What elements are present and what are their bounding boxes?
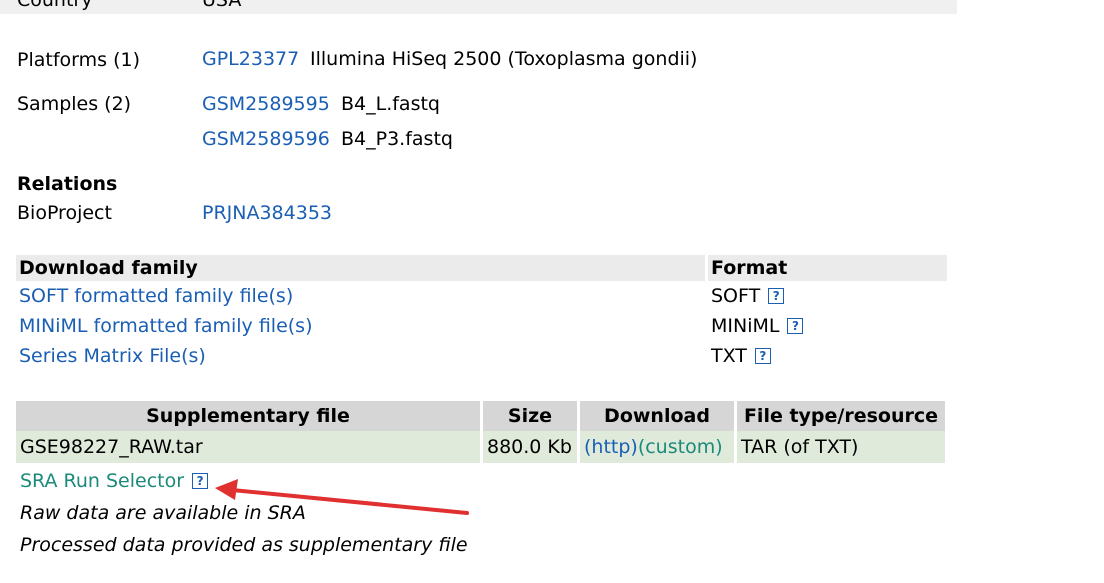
- supplementary-file-header: Supplementary file: [16, 401, 480, 431]
- format-header: Format: [708, 255, 947, 281]
- help-icon[interactable]: ?: [754, 348, 771, 364]
- help-icon[interactable]: ?: [192, 473, 209, 489]
- miniml-family-link[interactable]: MINiML formatted family file(s): [19, 315, 312, 337]
- series-matrix-link[interactable]: Series Matrix File(s): [19, 345, 206, 367]
- platforms-label: Platforms (1): [17, 49, 140, 71]
- format-value: SOFT: [711, 285, 761, 307]
- processed-data-note: Processed data provided as supplementary…: [20, 534, 468, 556]
- http-download-link[interactable]: (http): [584, 436, 638, 458]
- platform-link[interactable]: GPL23377: [202, 47, 299, 71]
- file-type: TAR (of TXT): [737, 431, 945, 463]
- sample-name-2: B4_P3.fastq: [341, 128, 453, 150]
- bioproject-label: BioProject: [17, 202, 112, 224]
- file-type-header: File type/resource: [737, 401, 945, 431]
- format-value: TXT: [711, 345, 747, 367]
- download-family-table: Download family Format SOFT formatted fa…: [16, 255, 947, 371]
- soft-family-link[interactable]: SOFT formatted family file(s): [19, 285, 293, 307]
- sample-link-1[interactable]: GSM2589595: [202, 92, 330, 116]
- samples-label: Samples (2): [17, 93, 132, 115]
- table-row: GSE98227_RAW.tar 880.0 Kb (http)(custom)…: [16, 431, 945, 463]
- custom-download-link[interactable]: (custom): [638, 436, 723, 458]
- supplementary-table: Supplementary file Size Download File ty…: [13, 401, 948, 463]
- country-row: Country USA: [0, 0, 957, 14]
- bioproject-link[interactable]: PRJNA384353: [202, 201, 332, 225]
- country-value: USA: [202, 0, 242, 11]
- platform-name: Illumina HiSeq 2500 (Toxoplasma gondii): [310, 48, 698, 70]
- help-icon[interactable]: ?: [768, 288, 785, 304]
- sra-selector-row: SRA Run Selector?: [20, 469, 209, 493]
- format-value: MINiML: [711, 315, 780, 337]
- sample-link-2[interactable]: GSM2589596: [202, 127, 330, 151]
- download-row: SOFT formatted family file(s) SOFT?: [16, 281, 947, 311]
- download-row: Series Matrix File(s) TXT?: [16, 341, 947, 371]
- download-header: Download: [580, 401, 734, 431]
- sample-name-1: B4_L.fastq: [341, 93, 440, 115]
- relations-heading: Relations: [17, 173, 118, 195]
- download-family-header: Download family: [16, 255, 705, 281]
- file-size: 880.0 Kb: [483, 431, 577, 463]
- download-row: MINiML formatted family file(s) MINiML?: [16, 311, 947, 341]
- raw-data-note: Raw data are available in SRA: [20, 502, 306, 524]
- country-label: Country: [17, 0, 93, 11]
- size-header: Size: [483, 401, 577, 431]
- supplementary-file-name: GSE98227_RAW.tar: [16, 431, 480, 463]
- help-icon[interactable]: ?: [787, 318, 804, 334]
- sra-run-selector-link[interactable]: SRA Run Selector: [20, 470, 184, 492]
